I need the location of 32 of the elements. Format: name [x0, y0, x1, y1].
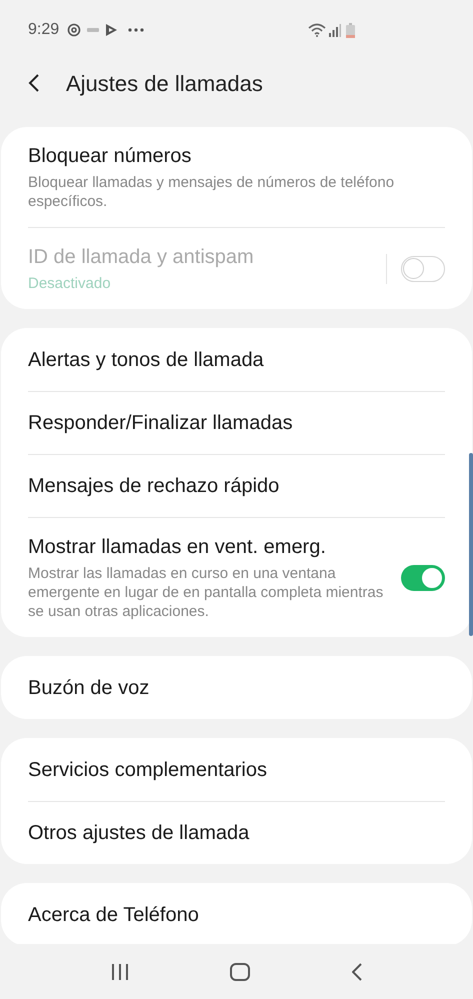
- wifi-icon: [308, 23, 326, 37]
- item-description: Mostrar las llamadas en curso en una ventana emergente en lugar de en pantalla completa mientras se usan otras aplicaciones.: [28, 564, 384, 621]
- recent-apps-button[interactable]: [110, 964, 129, 980]
- item-title: Mostrar llamadas en vent. emerg.: [28, 535, 327, 560]
- item-title: Alertas y tonos de llamada: [28, 348, 265, 372]
- status-time: 9:29: [28, 20, 60, 40]
- item-title: Responder/Finalizar llamadas: [28, 411, 294, 436]
- settings-item[interactable]: Servicios complementarios: [28, 738, 445, 801]
- item-description: Bloquear llamadas y mensajes de números de teléfono específicos.: [28, 173, 396, 211]
- more-icon: [128, 28, 144, 32]
- item-title: Bloquear números: [28, 144, 192, 169]
- home-button[interactable]: [230, 962, 250, 980]
- settings-item[interactable]: Responder/Finalizar llamadas: [28, 391, 445, 454]
- battery-icon: [346, 22, 355, 38]
- item-title: Buzón de voz: [28, 676, 150, 700]
- toggle-switch[interactable]: [401, 564, 445, 590]
- item-status: Desactivado: [28, 274, 112, 293]
- settings-item[interactable]: Bloquear números Bloquear llamadas y mensajes de números de teléfono específicos.: [28, 127, 445, 227]
- item-title: Mensajes de rechazo rápido: [28, 474, 280, 499]
- page-title: Ajustes de llamadas: [66, 70, 263, 98]
- settings-item[interactable]: Alertas y tonos de llamada: [28, 328, 445, 391]
- settings-item[interactable]: Otros ajustes de llamada: [28, 801, 445, 864]
- item-title: Acerca de Teléfono: [28, 902, 200, 928]
- signal-icon: [329, 24, 341, 36]
- item-title: Servicios complementarios: [28, 758, 268, 782]
- item-title: Otros ajustes de llamada: [28, 821, 250, 846]
- item-title: ID de llamada y antispam: [28, 245, 255, 270]
- settings-item[interactable]: Mostrar llamadas en vent. emerg. Mostrar las llamadas en curso en una ventana emergente en lugar de en pantalla completa mientras se usan otras aplicaciones.: [28, 517, 445, 637]
- settings-item[interactable]: Mensajes de rechazo rápido: [28, 454, 445, 517]
- settings-item[interactable]: Buzón de voz: [28, 656, 445, 719]
- back-nav-button[interactable]: [352, 962, 362, 980]
- settings-item[interactable]: Acerca de Teléfono: [28, 883, 445, 945]
